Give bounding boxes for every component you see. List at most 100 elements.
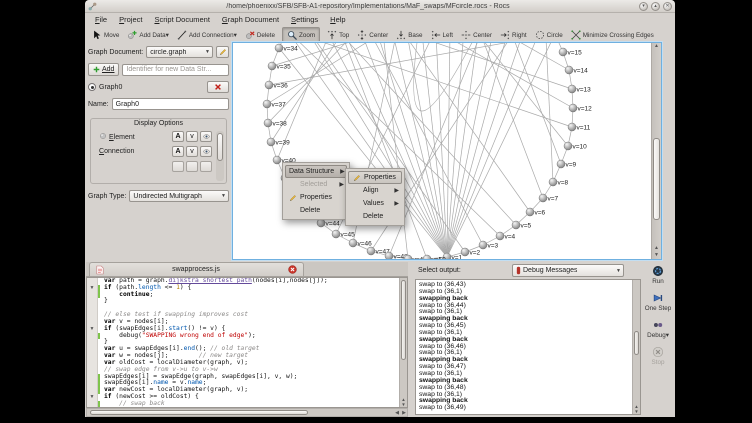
minimize-button[interactable]: ▾ [639,2,648,11]
output-vertical-scrollbar[interactable]: ▲ ▼ [632,280,640,414]
graph-type-combo[interactable]: Undirected Multigraph ▼ [129,190,229,202]
gutter-line[interactable] [87,319,97,326]
graph-edge[interactable] [447,43,487,257]
one-step-button[interactable]: One Step [642,292,674,312]
edit-document-button[interactable] [216,46,229,58]
gutter-line[interactable]: ▼ [87,326,97,333]
graph-document-combo[interactable]: circle.graph ▼ [146,46,213,58]
gutter-line[interactable] [87,387,97,394]
menu-item-delete[interactable]: Delete [285,204,347,217]
menu-graph-document[interactable]: Graph Document [216,14,285,25]
graph-node[interactable]: v=5 [512,221,532,230]
toolbar-add-data-button[interactable]: Add Data▾ [123,27,172,43]
menu-item-properties[interactable]: Properties [285,191,347,204]
menu-item-align[interactable]: Align▶ [348,184,402,197]
toolbar-base-button[interactable]: Base [392,27,426,43]
scroll-down-icon[interactable]: ▼ [400,402,407,407]
menu-item-properties[interactable]: Properties [348,171,402,184]
graph-node[interactable]: v=2 [461,248,481,257]
gutter-line[interactable] [87,353,97,360]
identifier-input[interactable]: Identifier for new Data Str... [122,64,229,76]
graph-node[interactable]: v=7 [539,194,559,203]
graph-node[interactable]: v=44 [317,219,340,228]
graph-node[interactable]: v=9 [557,160,577,169]
eye-icon[interactable] [200,131,212,142]
scroll-right-icon[interactable]: ▶ [402,409,406,416]
toolbar-top-button[interactable]: Top [323,27,353,43]
gutter-line[interactable] [87,374,97,381]
show-values-button[interactable]: v [186,146,198,157]
graph-node[interactable]: v=39 [267,138,290,147]
toolbar-circle-button[interactable]: Circle [531,27,567,43]
graph-node[interactable]: v=10 [564,142,587,151]
graph-node[interactable]: v=1 [443,253,463,259]
gutter-line[interactable]: ▼ [87,285,97,292]
graph-node[interactable]: v=4 [496,232,516,241]
gutter-line[interactable] [87,360,97,367]
display-options-scrollbar[interactable] [216,131,224,181]
scroll-left-icon[interactable]: ◀ [395,409,399,416]
add-data-structure-button[interactable]: Add [88,63,119,76]
close-tab-icon[interactable] [288,265,297,274]
debug-button[interactable]: Debug▾ [642,319,674,339]
partial-button[interactable] [172,161,184,172]
menu-project[interactable]: Project [113,14,148,25]
graph-edge[interactable] [271,43,393,142]
gutter-line[interactable]: ▼ [87,394,97,401]
eye-icon[interactable] [200,146,212,157]
menu-item-values[interactable]: Values▶ [348,197,402,210]
scroll-up-icon[interactable]: ▲ [652,43,661,50]
title-bar[interactable]: /home/phoenixx/SFB/SFB-A1-repository/Imp… [85,0,675,13]
gutter-line[interactable] [87,278,97,285]
graph-node[interactable]: v=14 [565,66,588,75]
output-type-combo[interactable]: Debug Messages ▼ [512,264,624,277]
gutter-line[interactable] [87,333,97,340]
run-button[interactable]: Run [642,265,674,285]
editor-vertical-scrollbar[interactable]: ▲ ▼ [399,278,407,407]
debug-output-list[interactable]: swap to (36,43)swap to (36,1)swapping ba… [415,279,641,415]
toolbar-add-connection-button[interactable]: Add Connection▾ [173,27,241,43]
graph-edge[interactable] [487,43,561,164]
code-editor[interactable]: ▼ ▼ ▼ var path = graph.dijkstra_shortest_p… [86,277,408,408]
graph-node[interactable]: v=12 [569,104,592,113]
menu-help[interactable]: Help [324,14,351,25]
scroll-down-icon[interactable]: ▼ [633,409,640,414]
toolbar-right-button[interactable]: Right [496,27,531,43]
editor-horizontal-scrollbar[interactable]: ◀ ▶ [86,408,408,417]
delete-graph-button[interactable] [207,81,229,93]
gutter-line[interactable] [87,292,97,299]
graph-node[interactable]: v=15 [559,48,582,57]
gutter-line[interactable] [87,367,97,374]
menu-script-document[interactable]: Script Document [148,14,215,25]
menu-file[interactable]: File [89,14,113,25]
scroll-down-icon[interactable]: ▼ [652,252,661,259]
graph-edge[interactable] [447,43,555,257]
tab-swapprocess-js[interactable]: swapprocess.js [89,262,304,276]
graph-node[interactable]: v=11 [568,123,591,132]
toolbar-minimize-crossing-edges-button[interactable]: Minimize Crossing Edges [567,27,658,43]
toolbar-center-button[interactable]: Center [457,27,496,43]
toolbar-zoom-button[interactable]: Zoom [282,27,320,43]
partial-button[interactable] [200,161,212,172]
graph-node[interactable]: v=45 [332,230,355,239]
graph-node[interactable]: v=36 [265,81,288,90]
maximize-button[interactable]: ▴ [651,2,660,11]
graph-node[interactable]: v=37 [263,100,286,109]
gutter-line[interactable] [87,401,97,408]
partial-button[interactable] [186,161,198,172]
graph-canvas[interactable]: v=1v=2v=3v=4v=5v=6v=7v=8v=9v=10v=11v=12v… [232,42,662,260]
graph-edge[interactable] [451,43,543,198]
code-area[interactable]: var path = graph.dijkstra_shortest_path(… [98,278,399,407]
gutter-line[interactable] [87,312,97,319]
scroll-up-icon[interactable]: ▲ [652,245,661,252]
graph-node[interactable]: v=46 [349,239,372,248]
graph-node[interactable]: v=38 [264,119,287,128]
show-names-button[interactable]: A [172,146,184,157]
gutter-line[interactable] [87,380,97,387]
gutter-line[interactable] [87,339,97,346]
graph0-radio[interactable] [88,83,96,91]
toolbar-left-button[interactable]: Left [427,27,458,43]
toolbar-move-button[interactable]: Move [88,27,123,43]
close-button[interactable]: ✕ [663,2,672,11]
show-names-button[interactable]: A [172,131,184,142]
